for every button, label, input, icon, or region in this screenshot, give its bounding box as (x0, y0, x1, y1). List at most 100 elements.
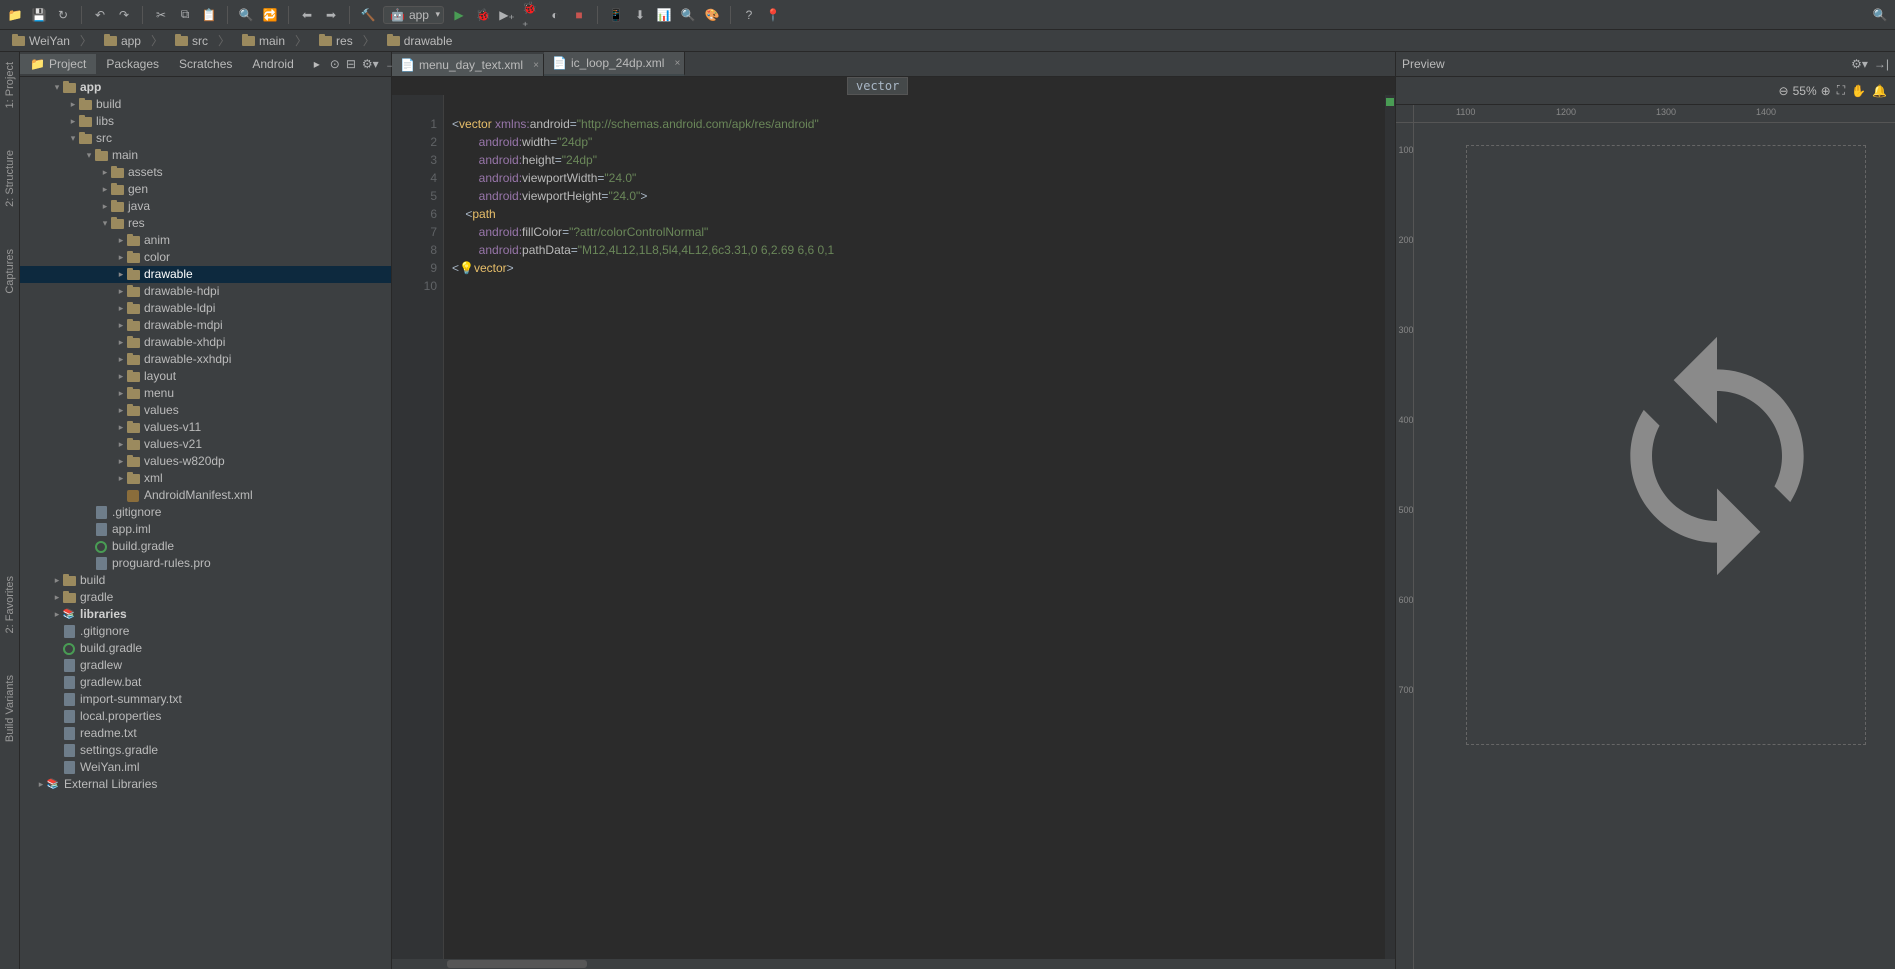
coverage-icon[interactable]: ◐ (546, 6, 564, 24)
tree-node-app-iml[interactable]: app.iml (20, 521, 391, 538)
tree-node-drawable[interactable]: drawable (20, 266, 391, 283)
stop-icon[interactable]: ■ (570, 6, 588, 24)
tab-android[interactable]: Android (242, 54, 303, 74)
tree-arrow-icon[interactable] (116, 385, 126, 402)
tree-arrow-icon[interactable] (116, 453, 126, 470)
tree-arrow-icon[interactable] (116, 232, 126, 249)
tree-node-main[interactable]: main (20, 147, 391, 164)
tree-node-gradlew[interactable]: gradlew (20, 657, 391, 674)
zoom-control[interactable]: ⊖ 55% ⊕ (1779, 84, 1831, 98)
tree-arrow-icon[interactable] (68, 130, 78, 147)
tree-node-gradle[interactable]: gradle (20, 589, 391, 606)
tree-node-app[interactable]: app (20, 79, 391, 96)
tree-arrow-icon[interactable] (116, 436, 126, 453)
tree-node-drawable-xxhdpi[interactable]: drawable-xxhdpi (20, 351, 391, 368)
notifications-icon[interactable]: 🔔 (1872, 84, 1887, 98)
tree-node-src[interactable]: src (20, 130, 391, 147)
monitor-icon[interactable]: 📊 (655, 6, 673, 24)
tree-node-build[interactable]: build (20, 572, 391, 589)
code-content[interactable]: <vector xmlns:android="http://schemas.an… (444, 95, 834, 969)
tree-node-readme-txt[interactable]: readme.txt (20, 725, 391, 742)
hide-preview-icon[interactable]: →| (1874, 57, 1889, 71)
tree-arrow-icon[interactable] (68, 96, 78, 113)
tree-node-values[interactable]: values (20, 402, 391, 419)
forward-icon[interactable]: ➡ (322, 6, 340, 24)
editor-tab-menu-day-text[interactable]: 📄 menu_day_text.xml × (392, 54, 544, 76)
tree-node-androidmanifest-xml[interactable]: AndroidManifest.xml (20, 487, 391, 504)
pan-icon[interactable]: ✋ (1851, 84, 1866, 98)
tree-arrow-icon[interactable] (116, 368, 126, 385)
tree-node-gen[interactable]: gen (20, 181, 391, 198)
redo-icon[interactable]: ↷ (115, 6, 133, 24)
tree-node-values-v21[interactable]: values-v21 (20, 436, 391, 453)
tree-arrow-icon[interactable] (52, 79, 62, 96)
crumb-main[interactable]: main〉 (236, 32, 313, 49)
open-icon[interactable]: 📁 (6, 6, 24, 24)
project-tree[interactable]: appbuildlibssrcmainassetsgenjavaresanimc… (20, 77, 391, 969)
scroll-to-source-icon[interactable]: ⊙ (330, 57, 340, 71)
error-stripe[interactable] (1385, 95, 1395, 969)
crumb-drawable[interactable]: drawable (381, 34, 459, 48)
panel-settings-icon[interactable]: ⚙▾ (362, 57, 379, 71)
tab-project[interactable]: 📁 Project (20, 54, 96, 74)
crumb-src[interactable]: src〉 (169, 32, 236, 49)
sdk-icon[interactable]: ⬇ (631, 6, 649, 24)
close-icon[interactable]: × (533, 60, 539, 71)
tree-arrow-icon[interactable] (116, 334, 126, 351)
zoom-in-icon[interactable]: ⊕ (1821, 84, 1831, 98)
preview-canvas[interactable]: 1100 1200 1300 1400 100 200 300 400 500 … (1396, 105, 1895, 969)
make-icon[interactable]: 🔨 (359, 6, 377, 24)
tree-arrow-icon[interactable] (100, 164, 110, 181)
tree-arrow-icon[interactable] (116, 402, 126, 419)
tw-project[interactable]: 1: Project (2, 56, 18, 114)
tree-arrow-icon[interactable] (116, 283, 126, 300)
save-all-icon[interactable]: 💾 (30, 6, 48, 24)
tree-node-build-gradle[interactable]: build.gradle (20, 640, 391, 657)
tree-node-local-properties[interactable]: local.properties (20, 708, 391, 725)
tree-node--gitignore[interactable]: .gitignore (20, 623, 391, 640)
tab-packages[interactable]: Packages (96, 54, 169, 74)
tree-node-layout[interactable]: layout (20, 368, 391, 385)
tree-arrow-icon[interactable] (116, 266, 126, 283)
tw-favorites[interactable]: 2: Favorites (2, 570, 18, 639)
tree-arrow-icon[interactable] (116, 249, 126, 266)
crumb-res[interactable]: res〉 (313, 32, 381, 49)
paste-icon[interactable]: 📋 (200, 6, 218, 24)
sync-icon[interactable]: ↻ (54, 6, 72, 24)
zoom-out-icon[interactable]: ⊖ (1779, 84, 1789, 98)
tree-node-build[interactable]: build (20, 96, 391, 113)
tree-node-libraries[interactable]: 📚libraries (20, 606, 391, 623)
tree-node-import-summary-txt[interactable]: import-summary.txt (20, 691, 391, 708)
debug-attach-icon[interactable]: 🐞₊ (522, 6, 540, 24)
close-icon[interactable]: × (675, 58, 681, 69)
tree-node-xml[interactable]: xml (20, 470, 391, 487)
help-icon[interactable]: ? (740, 6, 758, 24)
tree-arrow-icon[interactable] (116, 317, 126, 334)
tree-arrow-icon[interactable] (116, 470, 126, 487)
tw-structure[interactable]: 2: Structure (2, 144, 18, 213)
preview-settings-icon[interactable]: ⚙▾ (1851, 57, 1868, 71)
tree-node-values-v11[interactable]: values-v11 (20, 419, 391, 436)
avd-icon[interactable]: 📱 (607, 6, 625, 24)
tree-node-menu[interactable]: menu (20, 385, 391, 402)
tree-arrow-icon[interactable] (68, 113, 78, 130)
tree-node-res[interactable]: res (20, 215, 391, 232)
tree-node-color[interactable]: color (20, 249, 391, 266)
collapse-all-icon[interactable]: ⊟ (346, 57, 356, 71)
back-icon[interactable]: ⬅ (298, 6, 316, 24)
code-hint-breadcrumb[interactable]: vector (847, 77, 908, 95)
undo-icon[interactable]: ↶ (91, 6, 109, 24)
tree-node-gradlew-bat[interactable]: gradlew.bat (20, 674, 391, 691)
copy-icon[interactable]: ⧉ (176, 6, 194, 24)
debug-icon[interactable]: 🐞 (474, 6, 492, 24)
run-icon[interactable]: ▶ (450, 6, 468, 24)
tree-node-drawable-ldpi[interactable]: drawable-ldpi (20, 300, 391, 317)
cut-icon[interactable]: ✂ (152, 6, 170, 24)
layout-inspector-icon[interactable]: 🔍 (679, 6, 697, 24)
tree-node-drawable-mdpi[interactable]: drawable-mdpi (20, 317, 391, 334)
tree-node-libs[interactable]: libs (20, 113, 391, 130)
tree-arrow-icon[interactable] (52, 606, 62, 623)
tree-node-proguard-rules-pro[interactable]: proguard-rules.pro (20, 555, 391, 572)
tree-arrow-icon[interactable] (84, 147, 94, 164)
tree-node-build-gradle[interactable]: build.gradle (20, 538, 391, 555)
